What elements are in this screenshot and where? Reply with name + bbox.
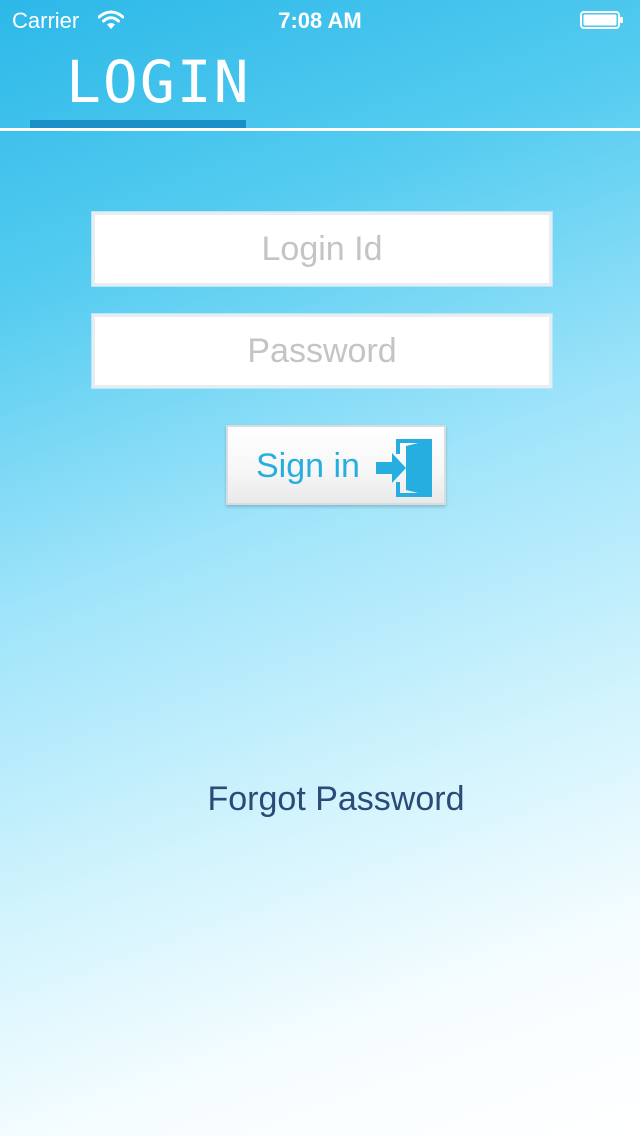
- forgot-password-link[interactable]: Forgot Password: [0, 780, 640, 819]
- login-id-field-container: [92, 212, 552, 286]
- battery-icon: [580, 11, 623, 29]
- sign-in-label: Sign in: [256, 447, 360, 485]
- login-id-input[interactable]: [95, 215, 549, 283]
- status-time: 7:08 AM: [278, 8, 362, 33]
- header-divider: [0, 128, 640, 131]
- active-tab-indicator: [30, 120, 246, 128]
- sign-in-button[interactable]: Sign in: [226, 425, 446, 505]
- password-input[interactable]: [95, 317, 549, 385]
- page-title: LOGIN: [66, 48, 251, 116]
- status-bar: Carrier 7:08 AM: [0, 0, 640, 40]
- password-field-container: [92, 314, 552, 388]
- sign-in-icon: [376, 439, 432, 497]
